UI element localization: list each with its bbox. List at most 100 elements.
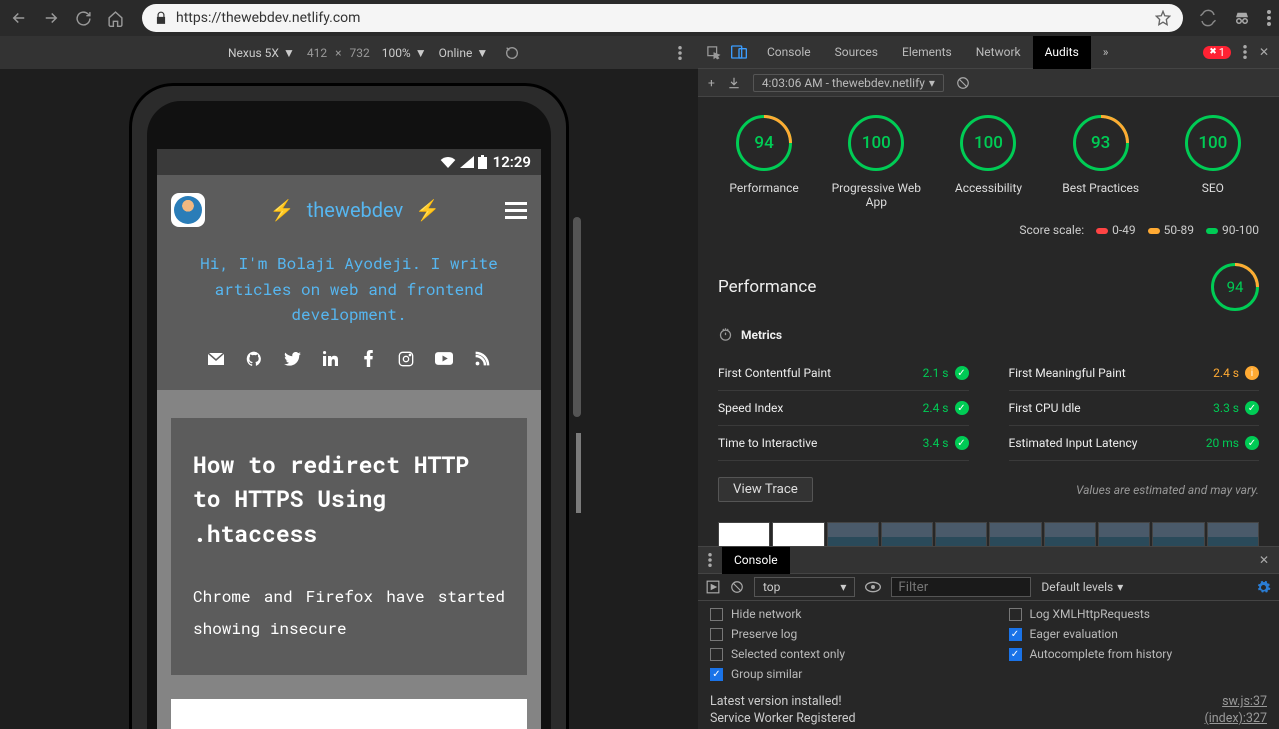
instagram-icon[interactable]	[397, 350, 415, 368]
opt-eager-eval[interactable]: ✓Eager evaluation	[1009, 627, 1268, 641]
score-bp[interactable]: 93Best Practices	[1051, 115, 1151, 209]
score-label: Best Practices	[1062, 181, 1139, 195]
hamburger-icon[interactable]	[505, 202, 527, 219]
metric-name: Estimated Input Latency	[1009, 436, 1138, 450]
device-width[interactable]: 412	[307, 46, 327, 60]
kebab-icon[interactable]	[678, 46, 682, 60]
live-expr-icon[interactable]	[865, 581, 881, 593]
site-logo[interactable]	[171, 193, 205, 227]
more-tabs-icon[interactable]: »	[1091, 36, 1121, 69]
tab-sources[interactable]: Sources	[823, 36, 890, 69]
filter-input[interactable]	[891, 577, 1031, 597]
log-source-link[interactable]: sw.js:37	[1222, 694, 1267, 709]
address-bar[interactable]: https://thewebdev.netlify.com	[142, 4, 1183, 32]
download-icon[interactable]	[727, 76, 741, 90]
mail-icon[interactable]	[207, 350, 225, 368]
metric-name: Speed Index	[718, 401, 783, 415]
drawer-tab-console[interactable]: Console	[722, 547, 790, 574]
linkedin-icon[interactable]	[321, 350, 339, 368]
tab-console[interactable]: Console	[755, 36, 823, 69]
tab-network[interactable]: Network	[964, 36, 1033, 69]
audit-run-select[interactable]: 4:03:06 AM - thewebdev.netlify▾	[753, 74, 944, 92]
filmstrip-frame	[1044, 522, 1096, 546]
sync-icon[interactable]	[1199, 9, 1217, 27]
log-line: Service Worker Registered(index):327	[710, 710, 1267, 727]
opt-selected-ctx[interactable]: Selected context only	[710, 647, 969, 661]
filmstrip-frame	[1207, 522, 1259, 546]
error-count[interactable]: ✖1	[1203, 46, 1231, 59]
metric-eil: Estimated Input Latency20 ms✓	[1009, 426, 1260, 461]
device-select[interactable]: Nexus 5X ▼	[228, 46, 295, 60]
back-button[interactable]	[8, 7, 30, 29]
gear-icon[interactable]	[1256, 580, 1271, 595]
metric-fcp: First Contentful Paint2.1 s✓	[718, 356, 969, 391]
metric-value: 3.4 s	[923, 436, 949, 450]
chevron-down-icon: ▾	[929, 76, 935, 90]
rss-icon[interactable]	[473, 350, 491, 368]
score-a11y[interactable]: 100Accessibility	[938, 115, 1038, 209]
metric-fci: First CPU Idle3.3 s✓	[1009, 391, 1260, 426]
score-perf[interactable]: 94Performance	[714, 115, 814, 209]
viewport-scrollbar[interactable]	[572, 117, 582, 729]
clock-text: 12:29	[493, 153, 531, 171]
opt-preserve-log[interactable]: Preserve log	[710, 627, 969, 641]
chevron-down-icon: ▼	[476, 46, 488, 60]
twitter-icon[interactable]	[283, 350, 301, 368]
score-ring: 100	[1185, 115, 1241, 171]
score-label: Accessibility	[955, 181, 1022, 195]
tab-audits[interactable]: Audits	[1033, 36, 1091, 69]
play-icon[interactable]	[706, 580, 720, 594]
clear-icon[interactable]	[730, 580, 744, 594]
opt-log-xhr[interactable]: Log XMLHttpRequests	[1009, 607, 1268, 621]
site-title[interactable]: ⚡ thewebdev ⚡	[270, 197, 440, 223]
inspect-icon[interactable]	[706, 45, 721, 60]
facebook-icon[interactable]	[359, 350, 377, 368]
log-source-link[interactable]: (index):327	[1204, 711, 1267, 726]
score-pwa[interactable]: 100Progressive Web App	[826, 115, 926, 209]
console-output: Latest version installed!sw.js:37 Servic…	[698, 691, 1279, 729]
chevron-down-icon: ▼	[415, 46, 427, 60]
devtools-tabbar: Console Sources Elements Network Audits …	[698, 36, 1279, 69]
close-icon[interactable]: ✕	[1259, 45, 1269, 59]
opt-hide-network[interactable]: Hide network	[710, 607, 969, 621]
post-card[interactable]: How to redirect HTTP to HTTPS Using .hta…	[171, 418, 527, 676]
throttle-select[interactable]: Online ▼	[439, 46, 489, 60]
bookmark-icon[interactable]	[1155, 10, 1171, 26]
rotate-icon[interactable]	[504, 45, 520, 61]
metric-tti: Time to Interactive3.4 s✓	[718, 426, 969, 461]
metric-fmp: First Meaningful Paint2.4 si	[1009, 356, 1260, 391]
dimensions: 412 × 732	[307, 46, 370, 60]
close-icon[interactable]: ✕	[1249, 553, 1279, 567]
kebab-icon[interactable]	[1267, 10, 1271, 26]
log-levels-select[interactable]: Default levels ▾	[1041, 580, 1123, 594]
zoom-select[interactable]: 100% ▼	[382, 46, 427, 60]
metric-name: First Contentful Paint	[718, 366, 831, 380]
opt-autocomplete[interactable]: ✓Autocomplete from history	[1009, 647, 1268, 661]
opt-group-similar[interactable]: ✓Group similar	[710, 667, 969, 681]
metric-name: First CPU Idle	[1009, 401, 1081, 415]
kebab-icon[interactable]	[698, 553, 722, 567]
github-icon[interactable]	[245, 350, 263, 368]
phone-screen[interactable]: 12:29 ⚡ thewebdev ⚡ Hi, I'm Bolaji Ayode…	[157, 149, 541, 729]
metrics-heading: Metrics	[718, 327, 1259, 342]
device-height[interactable]: 732	[349, 46, 369, 60]
site-intro: Hi, I'm Bolaji Ayodeji. I write articles…	[171, 251, 527, 346]
kebab-icon[interactable]	[1243, 45, 1247, 59]
view-trace-button[interactable]: View Trace	[718, 477, 813, 502]
context-select[interactable]: top▾	[754, 577, 855, 597]
console-drawer: Console ✕ top▾ Default levels ▾ Hide net…	[698, 546, 1279, 729]
filmstrip[interactable]	[698, 522, 1279, 546]
status-icon: ✓	[1245, 401, 1259, 415]
device-mode-icon[interactable]	[731, 45, 747, 59]
youtube-icon[interactable]	[435, 350, 453, 368]
card-strip	[171, 699, 527, 729]
plus-icon[interactable]: +	[708, 76, 715, 90]
console-options: Hide network Log XMLHttpRequests Preserv…	[698, 601, 1279, 691]
clear-icon[interactable]	[956, 76, 970, 90]
home-button[interactable]	[104, 7, 126, 29]
forward-button[interactable]	[40, 7, 62, 29]
score-seo[interactable]: 100SEO	[1163, 115, 1263, 209]
tab-elements[interactable]: Elements	[890, 36, 964, 69]
performance-section: Performance 94 Metrics First Contentful …	[698, 251, 1279, 522]
reload-button[interactable]	[72, 7, 94, 29]
